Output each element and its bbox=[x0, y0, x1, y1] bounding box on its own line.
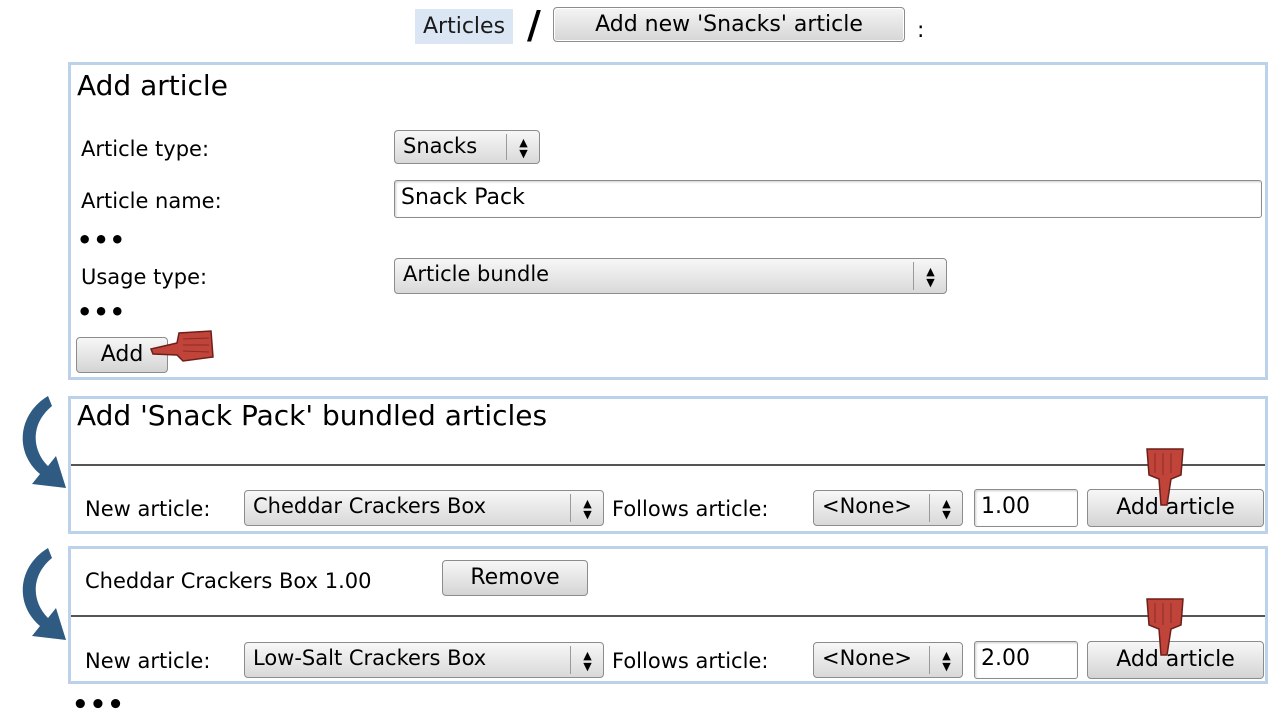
usage-type-select[interactable]: Article bundle ▲▼ bbox=[394, 258, 947, 294]
ellipsis: ••• bbox=[77, 226, 127, 254]
usage-type-label: Usage type: bbox=[81, 265, 208, 289]
breadcrumb-separator: / bbox=[527, 3, 541, 47]
breadcrumb-articles-link[interactable]: Articles bbox=[415, 9, 514, 44]
article-type-select[interactable]: Snacks ▲▼ bbox=[394, 130, 540, 164]
add-article-panel: Add article Article type: Snacks ▲▼ Arti… bbox=[68, 62, 1268, 380]
up-down-arrows-icon: ▲▼ bbox=[570, 646, 603, 674]
quantity-input[interactable]: 1.00 bbox=[974, 489, 1078, 527]
follows-article-label: Follows article: bbox=[612, 649, 769, 673]
new-article-value: Cheddar Crackers Box bbox=[253, 494, 487, 518]
article-type-label: Article type: bbox=[81, 137, 210, 161]
new-article-select[interactable]: Low-Salt Crackers Box ▲▼ bbox=[244, 642, 604, 678]
article-type-value: Snacks bbox=[403, 134, 478, 158]
article-name-label: Article name: bbox=[81, 189, 222, 213]
hand-pointer-icon bbox=[1146, 598, 1184, 656]
up-down-arrows-icon: ▲▼ bbox=[929, 494, 962, 522]
bundled-item-text: Cheddar Crackers Box 1.00 bbox=[85, 569, 372, 593]
divider bbox=[71, 615, 1265, 617]
hand-pointer-icon bbox=[1146, 448, 1184, 506]
footer-ellipsis: ••• bbox=[72, 690, 125, 720]
bundle-title: Add 'Snack Pack' bundled articles bbox=[77, 399, 548, 432]
add-article-title: Add article bbox=[77, 69, 228, 102]
new-article-select[interactable]: Cheddar Crackers Box ▲▼ bbox=[244, 490, 604, 526]
divider bbox=[71, 464, 1265, 466]
up-down-arrows-icon: ▲▼ bbox=[913, 262, 946, 290]
breadcrumb-colon: : bbox=[917, 18, 925, 43]
up-down-arrows-icon: ▲▼ bbox=[929, 646, 962, 674]
bundle-panel-2: Cheddar Crackers Box 1.00 Remove New art… bbox=[68, 546, 1268, 684]
new-article-value: Low-Salt Crackers Box bbox=[253, 646, 487, 670]
follows-article-label: Follows article: bbox=[612, 497, 769, 521]
new-article-label: New article: bbox=[85, 497, 211, 521]
up-down-arrows-icon: ▲▼ bbox=[506, 134, 539, 160]
follows-article-select[interactable]: <None> ▲▼ bbox=[813, 490, 963, 526]
usage-type-value: Article bundle bbox=[403, 262, 550, 286]
remove-button[interactable]: Remove bbox=[442, 560, 588, 596]
new-article-label: New article: bbox=[85, 649, 211, 673]
curved-arrow-icon bbox=[22, 548, 67, 640]
hand-pointer-icon bbox=[149, 330, 214, 362]
follows-article-value: <None> bbox=[822, 494, 912, 518]
ellipsis: ••• bbox=[77, 298, 127, 326]
follows-article-value: <None> bbox=[822, 646, 912, 670]
add-new-article-button[interactable]: Add new 'Snacks' article bbox=[553, 7, 905, 42]
follows-article-select[interactable]: <None> ▲▼ bbox=[813, 642, 963, 678]
up-down-arrows-icon: ▲▼ bbox=[570, 494, 603, 522]
quantity-input[interactable]: 2.00 bbox=[974, 641, 1078, 679]
bundle-panel: Add 'Snack Pack' bundled articles New ar… bbox=[68, 396, 1268, 534]
article-name-input[interactable]: Snack Pack bbox=[394, 180, 1262, 218]
curved-arrow-icon bbox=[22, 396, 67, 488]
